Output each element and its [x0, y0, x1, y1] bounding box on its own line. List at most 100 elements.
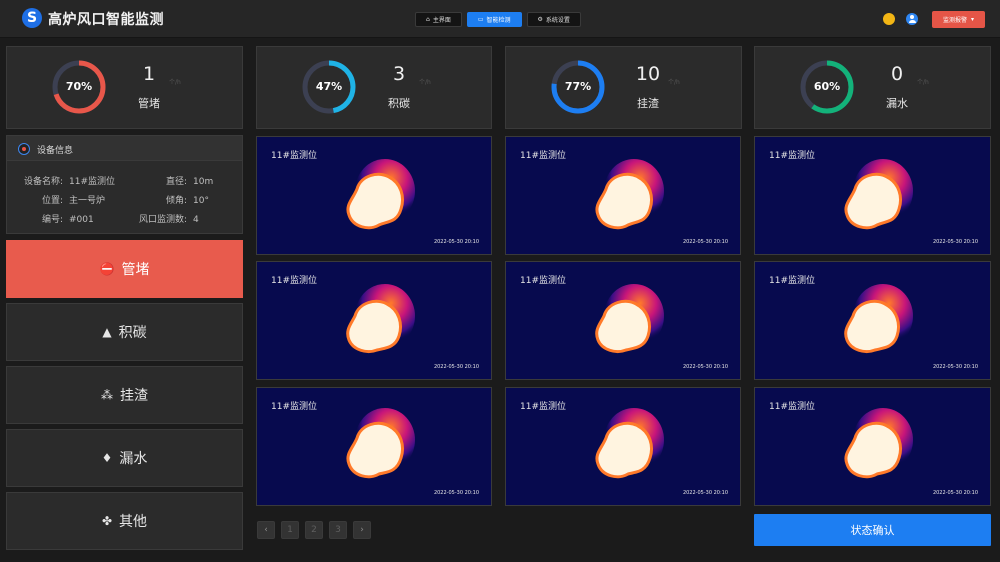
thermal-image	[346, 408, 415, 479]
nav-home-button[interactable]: ⌂ 主界面	[415, 12, 462, 27]
notification-icon[interactable]	[883, 13, 895, 25]
category-label: 其他	[119, 514, 148, 530]
card-timestamp: 2022-05-30 20:10	[932, 239, 978, 245]
card-location: 11#监测位	[520, 402, 566, 412]
thermal-image-card[interactable]: 11#监测位 2022-05-30 20:10	[505, 261, 741, 380]
thermal-image-card[interactable]: 11#监测位 2022-05-30 20:10	[754, 261, 991, 380]
category-carbon-button[interactable]: ▲ 积碳	[6, 303, 243, 361]
page-button[interactable]: 3	[329, 521, 347, 539]
monitor-icon: ▭	[477, 16, 484, 23]
mountain-icon: ▲	[102, 325, 112, 339]
card-location: 11#监测位	[520, 276, 566, 286]
card-timestamp: 2022-05-30 20:10	[682, 490, 728, 496]
status-confirm-button[interactable]: 状态确认	[754, 514, 991, 546]
nav-home-label: 主界面	[432, 17, 451, 24]
card-location: 11#监测位	[769, 402, 815, 412]
nav-settings-label: 系统设置	[545, 17, 570, 24]
category-leak-button[interactable]: ♦ 漏水	[6, 429, 243, 487]
thermal-image	[346, 159, 415, 230]
stat-unit: 个/h	[917, 79, 929, 86]
stat-count: 1	[142, 63, 156, 85]
diameter-key: 直径:	[165, 177, 187, 187]
stat-count: 10	[635, 63, 661, 85]
water-drop-icon: ♦	[101, 451, 113, 465]
tuyere-count-value: 4	[193, 215, 199, 225]
diameter-row: 直径: 10m	[137, 174, 213, 187]
device-info-icon	[18, 143, 30, 155]
stat-percent: 70%	[65, 80, 93, 93]
stat-unit: 个/h	[419, 79, 431, 86]
position-row: 位置: 主一号炉	[19, 193, 105, 206]
progress-ring: 70%	[50, 58, 108, 116]
stat-percent: 47%	[315, 80, 343, 93]
progress-ring: 77%	[549, 58, 607, 116]
stat-count: 3	[392, 63, 406, 85]
thermal-image-card[interactable]: 11#监测位 2022-05-30 20:10	[754, 136, 991, 255]
next-page-button[interactable]: ›	[353, 521, 371, 539]
category-label: 管堵	[121, 262, 150, 278]
code-key: 编号:	[41, 215, 63, 225]
top-header: S 高炉风口智能监测 ⌂ 主界面 ▭ 智能检测 ⚙ 系统设置 监测报警 ▾	[0, 0, 1000, 38]
stat-count: 0	[890, 63, 904, 85]
stat-card-blockage: 70% 1 个/h 管堵	[6, 46, 243, 129]
thermal-image	[844, 159, 913, 230]
category-label: 积碳	[118, 325, 147, 341]
thermal-image-card[interactable]: 11#监测位 2022-05-30 20:10	[256, 387, 492, 506]
home-icon: ⌂	[426, 16, 430, 23]
alarm-label: 监测报警	[942, 17, 967, 24]
stat-label: 管堵	[138, 97, 160, 110]
gear-icon: ⚙	[537, 16, 543, 23]
code-value: #001	[69, 215, 94, 225]
thermal-image	[844, 408, 913, 479]
stat-unit: 个/h	[169, 79, 181, 86]
prev-page-button[interactable]: ‹	[257, 521, 275, 539]
stat-label: 积碳	[388, 97, 410, 110]
angle-row: 倾角: 10°	[137, 193, 209, 206]
card-timestamp: 2022-05-30 20:10	[932, 490, 978, 496]
device-name-row: 设备名称: 11#监测位	[19, 174, 115, 187]
category-label: 漏水	[119, 451, 148, 467]
progress-ring: 47%	[300, 58, 358, 116]
position-value: 主一号炉	[69, 196, 106, 206]
thermal-image-card[interactable]: 11#监测位 2022-05-30 20:10	[256, 261, 492, 380]
pagination: ‹ 1 2 3 ›	[257, 521, 371, 539]
category-label: 挂渣	[120, 388, 148, 404]
slag-icon: ⁂	[101, 388, 113, 402]
card-location: 11#监测位	[520, 151, 566, 161]
grid-icon: ✤	[101, 514, 113, 528]
device-info-header: 设备信息	[6, 135, 243, 161]
device-info-panel: 设备名称: 11#监测位 直径: 10m 位置: 主一号炉 倾角: 10° 编号: #00…	[6, 161, 243, 234]
user-avatar-icon[interactable]	[906, 13, 918, 25]
stat-unit: 个/h	[668, 79, 680, 86]
nav-settings-button[interactable]: ⚙ 系统设置	[526, 12, 581, 27]
thermal-image-card[interactable]: 11#监测位 2022-05-30 20:10	[754, 387, 991, 506]
thermal-image-card[interactable]: 11#监测位 2022-05-30 20:10	[256, 136, 492, 255]
tuyere-count-row: 风口监测数: 4	[125, 212, 199, 225]
card-timestamp: 2022-05-30 20:10	[433, 239, 479, 245]
device-info-title: 设备信息	[37, 146, 74, 156]
stat-card-carbon: 47% 3 个/h 积碳	[256, 46, 492, 129]
page-button[interactable]: 1	[281, 521, 299, 539]
category-blockage-button[interactable]: ⛔ 管堵	[6, 240, 243, 298]
thermal-image	[346, 284, 415, 354]
card-timestamp: 2022-05-30 20:10	[682, 364, 728, 370]
code-row: 编号: #001	[19, 212, 94, 225]
card-location: 11#监测位	[271, 402, 317, 412]
nav-detect-button[interactable]: ▭ 智能检测	[466, 12, 522, 27]
card-location: 11#监测位	[271, 151, 317, 161]
card-timestamp: 2022-05-30 20:10	[682, 239, 728, 245]
angle-value: 10°	[193, 196, 209, 206]
thermal-image-card[interactable]: 11#监测位 2022-05-30 20:10	[505, 136, 741, 255]
page-button[interactable]: 2	[305, 521, 323, 539]
thermal-image	[844, 284, 913, 354]
card-location: 11#监测位	[769, 151, 815, 161]
thermal-image-card[interactable]: 11#监测位 2022-05-30 20:10	[505, 387, 741, 506]
category-other-button[interactable]: ✤ 其他	[6, 492, 243, 550]
progress-ring: 60%	[798, 58, 856, 116]
alarm-dropdown-button[interactable]: 监测报警 ▾	[932, 11, 985, 28]
thermal-image	[595, 408, 664, 479]
category-slag-button[interactable]: ⁂ 挂渣	[6, 366, 243, 424]
card-location: 11#监测位	[271, 276, 317, 286]
app-title: 高炉风口智能监测	[48, 12, 164, 28]
stat-card-leak: 60% 0 个/h 漏水	[754, 46, 991, 129]
